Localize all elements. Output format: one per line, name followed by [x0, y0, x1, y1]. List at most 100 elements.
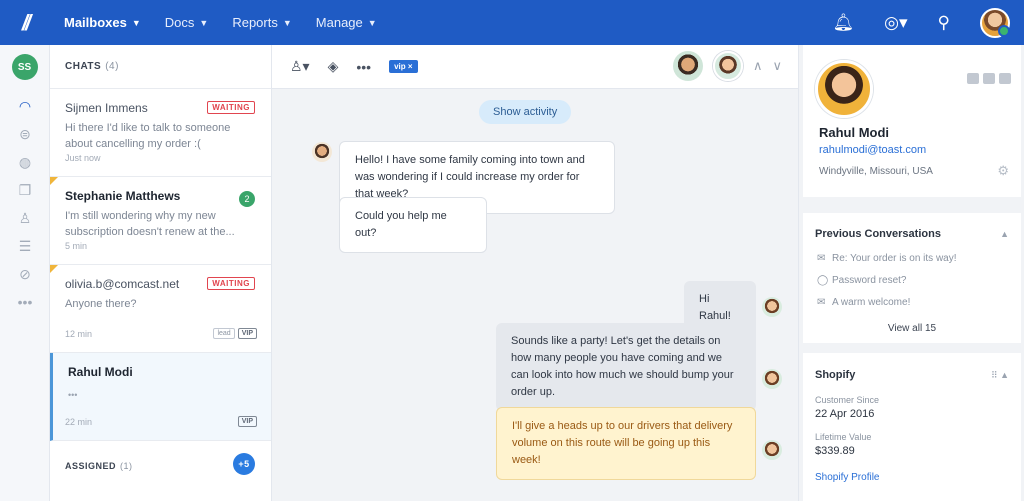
more-icon[interactable]: ••• — [0, 288, 50, 316]
chat-icon[interactable]: ◠ — [0, 92, 50, 120]
helpscout-logo[interactable]: // — [0, 0, 50, 45]
agent-avatar — [762, 369, 782, 389]
assign-user-icon[interactable]: ♙▾ — [290, 58, 310, 75]
conversation-item[interactable]: Sijmen Immens Hi there I'd like to talk … — [50, 89, 271, 177]
globe-icon[interactable]: ◍ — [0, 148, 50, 176]
collapse-icon[interactable]: ▲ — [1000, 229, 1009, 239]
chat-bubble-icon[interactable] — [967, 73, 979, 84]
waiting-badge: WAITING — [207, 277, 255, 290]
unread-corner-marker — [50, 177, 58, 185]
assigned-section[interactable]: ASSIGNED (1) +5 — [50, 441, 271, 491]
customer-location: Windyville, Missouri, USA — [819, 166, 933, 177]
vip-tag-chip[interactable]: vip × — [389, 60, 418, 73]
more-assigned-button[interactable]: +5 — [233, 453, 255, 475]
lead-tag[interactable]: lead — [213, 328, 235, 339]
chevron-down-icon: ▼ — [282, 17, 292, 28]
conversation-item[interactable]: Stephanie Matthews I'm still wondering w… — [50, 177, 271, 265]
vip-tag[interactable]: VIP — [237, 328, 257, 339]
conversation-name: Rahul Modi — [68, 365, 133, 379]
nav-label: Reports — [232, 15, 278, 30]
archive-icon[interactable]: ☰ — [0, 232, 50, 260]
mail-icon: ✉ — [817, 253, 826, 264]
user-avatar[interactable] — [980, 7, 1010, 38]
agent-avatar[interactable]: SS — [11, 54, 38, 80]
previous-conversation-link[interactable]: ◯ Password reset? — [817, 275, 906, 286]
customer-message: Could you help me out? — [339, 197, 487, 253]
chats-header: CHATS (4) — [50, 45, 271, 89]
lifetime-value: $339.89 — [815, 445, 855, 457]
nav-docs[interactable]: Docs ▼ — [165, 15, 209, 30]
conversation-item[interactable]: olivia.b@comcast.net Anyone there? 12 mi… — [50, 265, 271, 353]
drag-handle-icon[interactable]: ⠿ ▲ — [991, 370, 1009, 381]
previous-conversation-link[interactable]: ✉ A warm welcome! — [817, 297, 910, 308]
facebook-icon[interactable] — [983, 73, 995, 84]
typing-indicator: ••• — [68, 390, 78, 400]
unread-corner-marker — [50, 265, 58, 273]
conversation-item-selected[interactable]: Rahul Modi ••• 22 min VIP — [50, 353, 271, 441]
nav-label: Docs — [164, 15, 195, 30]
internal-note: I'll give a heads up to our drivers that… — [496, 407, 756, 480]
nav-label: Mailboxes — [64, 15, 127, 30]
top-nav-bar: // Mailboxes ▼ Docs ▼ Reports ▼ Manage ▼ 🔔︎ … — [0, 0, 1024, 45]
conversation-tags: VIP — [237, 416, 257, 427]
assigned-title: ASSIGNED — [65, 461, 117, 471]
nav-manage[interactable]: Manage ▼ — [316, 15, 377, 30]
social-links — [967, 73, 1011, 84]
tag-icon[interactable]: ◈ — [328, 58, 339, 75]
show-activity-button[interactable]: Show activity — [479, 100, 572, 124]
view-all-link[interactable]: View all 15 — [803, 323, 1021, 334]
previous-conversations-card: Previous Conversations ▲ ✉ Re: Your order… — [803, 213, 1021, 343]
shopify-profile-link[interactable]: Shopify Profile — [815, 472, 879, 483]
customer-avatar — [312, 142, 332, 162]
customer-since-value: 22 Apr 2016 — [815, 408, 875, 420]
vip-tag[interactable]: VIP — [237, 416, 257, 427]
chats-title: CHATS — [65, 61, 102, 72]
conversation-snippet: Anyone there? — [65, 298, 137, 310]
chevron-down-icon: ▼ — [199, 17, 209, 28]
nav-mailboxes[interactable]: Mailboxes ▼ — [64, 15, 141, 30]
help-lifebuoy-icon[interactable]: ◎▾ — [884, 13, 907, 33]
conversation-time: Just now — [65, 153, 101, 163]
nav-label: Manage — [315, 15, 363, 30]
customer-email[interactable]: rahulmodi@toast.com — [819, 144, 926, 156]
customer-avatar — [672, 51, 703, 81]
previous-conversation-label: A warm welcome! — [832, 297, 911, 308]
nav-reports[interactable]: Reports ▼ — [232, 15, 291, 30]
conversation-snippet: Hi there I'd like to talk to someone abo… — [65, 122, 231, 150]
bell-icon[interactable]: 🔔︎ — [833, 13, 855, 33]
mail-icon: ✉ — [817, 297, 826, 308]
customer-name: Rahul Modi — [819, 125, 890, 140]
waiting-badge: WAITING — [207, 101, 255, 114]
conversation-toolbar: ♙▾ ◈ ••• vip × ∧ ∨ — [272, 45, 798, 89]
conversation-tags: lead VIP — [213, 328, 257, 339]
twitter-icon[interactable] — [999, 73, 1011, 84]
more-actions-icon[interactable]: ••• — [356, 59, 371, 75]
chevron-down-icon: ▼ — [131, 17, 141, 28]
chevron-down-icon: ▼ — [367, 17, 377, 28]
chats-count: (4) — [105, 61, 119, 72]
conversation-snippet: I'm still wondering why my new subscript… — [65, 210, 235, 238]
chevron-up-icon[interactable]: ∧ — [753, 58, 763, 74]
copy-icon[interactable]: ❐ — [0, 176, 50, 204]
customer-sidebar: Rahul Modi rahulmodi@toast.com Windyvill… — [798, 45, 1024, 501]
shopify-title: Shopify — [815, 369, 856, 381]
customer-photo — [815, 60, 873, 118]
previous-conversation-link[interactable]: ✉ Re: Your order is on its way! — [817, 253, 957, 264]
search-icon[interactable]: ⚲ — [938, 13, 950, 33]
shopify-card: Shopify ⠿ ▲ Customer Since 22 Apr 2016 L… — [803, 353, 1021, 501]
left-rail: SS ◠ ⊜ ◍ ❐ ♙ ☰ ⊘ ••• — [0, 45, 50, 501]
blocked-icon[interactable]: ⊘ — [0, 260, 50, 288]
previous-conversation-label: Re: Your order is on its way! — [832, 253, 957, 264]
inbox-icon[interactable]: ⊜ — [0, 120, 50, 148]
chat-icon: ◯ — [817, 275, 829, 286]
conversation-time: 5 min — [65, 241, 88, 251]
chat-list: CHATS (4) Sijmen Immens Hi there I'd lik… — [50, 45, 272, 501]
conversation-name: Stephanie Matthews — [65, 189, 181, 203]
previous-conversation-label: Password reset? — [832, 275, 907, 286]
customer-since-label: Customer Since — [815, 395, 880, 405]
top-actions: 🔔︎ ◎▾ ⚲ — [833, 0, 1010, 45]
chevron-down-icon[interactable]: ∨ — [772, 58, 782, 74]
gear-icon[interactable]: ⚙ — [997, 163, 1009, 179]
person-icon[interactable]: ♙ — [0, 204, 50, 232]
previous-conversations-title: Previous Conversations — [815, 228, 941, 240]
